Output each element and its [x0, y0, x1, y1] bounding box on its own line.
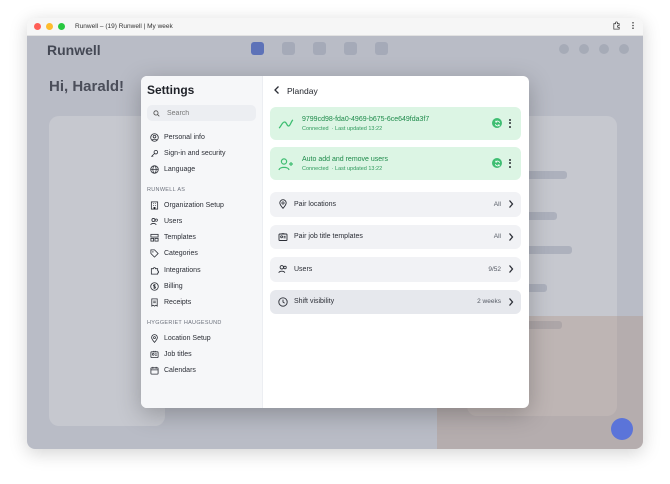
sidebar-section-org: RUNWELL AS	[147, 186, 186, 193]
sidebar-item-billing[interactable]: Billing	[147, 278, 256, 294]
sidebar-item-organization-setup[interactable]: Organization Setup	[147, 197, 256, 213]
users-row[interactable]: Users 9/52	[270, 257, 521, 282]
row-value: 9/52	[488, 265, 501, 273]
connection-card[interactable]: 9799cd98-fda0-4969-b675-6ce649fda3f7 Con…	[270, 107, 521, 140]
sidebar-item-label: Receipts	[164, 299, 192, 307]
connection-updated: · Last updated 13:22	[331, 125, 383, 132]
sidebar-item-label: Calendars	[164, 367, 196, 375]
connection-id: 9799cd98-fda0-4969-b675-6ce649fda3f7	[302, 115, 430, 123]
puzzle-icon	[150, 266, 159, 275]
sidebar-item-receipts[interactable]: Receipts	[147, 295, 256, 311]
more-menu-icon[interactable]	[631, 21, 635, 32]
building-icon	[150, 201, 159, 210]
extensions-icon[interactable]	[612, 21, 621, 32]
settings-sidebar: Settings Personal info Sign-in and secur…	[141, 76, 263, 408]
title-bar: Runwell – (19) Runwell | My week	[27, 18, 643, 36]
sidebar-item-language[interactable]: Language	[147, 162, 256, 178]
users-icon	[150, 217, 158, 225]
sidebar-item-label: Job titles	[164, 350, 192, 358]
template-icon	[150, 234, 159, 242]
auto-users-status: Connected	[302, 165, 329, 172]
pair-job-title-templates-row[interactable]: Pair job title templates All	[270, 224, 521, 249]
more-options-button[interactable]	[509, 158, 511, 168]
row-value: All	[493, 200, 501, 208]
location-pin-icon	[279, 199, 287, 210]
sidebar-item-sign-in-security[interactable]: Sign-in and security	[147, 145, 256, 161]
row-label: Shift visibility	[294, 298, 335, 306]
sync-icon	[494, 160, 500, 166]
clock-icon	[278, 297, 288, 307]
dollar-icon	[150, 282, 159, 291]
tag-icon	[150, 249, 159, 259]
close-window-button[interactable]	[34, 23, 41, 30]
auto-users-title: Auto add and remove users	[302, 155, 388, 163]
id-card-icon	[150, 350, 159, 358]
sidebar-section-location: HYGGERIET HAUGESUND	[147, 319, 222, 326]
auto-users-updated: · Last updated 13:22	[331, 165, 383, 172]
sidebar-item-location-setup[interactable]: Location Setup	[147, 330, 256, 346]
chevron-right-icon	[509, 265, 514, 273]
row-value: 2 weeks	[477, 298, 501, 305]
sync-button[interactable]	[492, 118, 502, 128]
sidebar-item-label: Personal info	[164, 133, 205, 141]
sidebar-item-personal-info[interactable]: Personal info	[147, 129, 256, 145]
chevron-right-icon	[509, 297, 514, 306]
sidebar-item-label: Location Setup	[164, 334, 211, 342]
sidebar-item-label: Organization Setup	[164, 201, 224, 209]
settings-modal: Settings Personal info Sign-in and secur…	[141, 76, 529, 408]
user-circle-icon	[150, 132, 159, 142]
search-icon	[153, 109, 160, 117]
chevron-left-icon	[274, 85, 279, 94]
sidebar-item-label: Sign-in and security	[164, 149, 226, 157]
row-value: All	[493, 233, 501, 240]
row-label: Pair locations	[294, 200, 337, 208]
sync-icon	[494, 120, 500, 126]
receipt-icon	[151, 298, 158, 308]
connection-status: Connected	[302, 125, 329, 132]
key-icon	[151, 149, 159, 157]
settings-title: Settings	[147, 83, 195, 97]
sidebar-item-label: Templates	[164, 234, 196, 242]
minimize-window-button[interactable]	[46, 23, 53, 30]
calendar-icon	[150, 367, 159, 375]
link-icon	[278, 118, 294, 129]
row-label: Pair job title templates	[294, 233, 363, 241]
integration-title: Planday	[287, 85, 318, 96]
id-card-icon	[278, 232, 288, 241]
more-options-button[interactable]	[509, 118, 511, 128]
integration-panel: Planday 9799cd98-fda0-4969-b675-6ce649fd…	[263, 76, 529, 408]
location-pin-icon	[151, 333, 158, 343]
sync-button[interactable]	[492, 158, 502, 168]
sidebar-item-templates[interactable]: Templates	[147, 229, 256, 245]
sidebar-item-categories[interactable]: Categories	[147, 246, 256, 262]
back-button[interactable]	[273, 82, 281, 100]
users-icon	[278, 265, 287, 274]
search-input[interactable]	[167, 109, 247, 117]
sidebar-item-users[interactable]: Users	[147, 213, 256, 229]
row-label: Users	[294, 265, 313, 273]
settings-search[interactable]	[147, 105, 256, 121]
sidebar-item-label: Users	[164, 217, 183, 225]
sidebar-item-job-titles[interactable]: Job titles	[147, 346, 256, 362]
sidebar-item-label: Language	[164, 166, 196, 174]
shift-visibility-row[interactable]: Shift visibility 2 weeks	[270, 289, 521, 314]
chat-button[interactable]	[611, 418, 633, 440]
sidebar-item-calendars[interactable]: Calendars	[147, 363, 256, 379]
pair-locations-row[interactable]: Pair locations All	[270, 192, 521, 217]
chevron-right-icon	[509, 232, 514, 241]
globe-icon	[150, 165, 159, 174]
sidebar-item-label: Categories	[164, 250, 198, 258]
sidebar-item-integrations[interactable]: Integrations	[147, 262, 256, 278]
zoom-window-button[interactable]	[58, 23, 65, 30]
window-title: Runwell – (19) Runwell | My week	[75, 23, 173, 30]
chevron-right-icon	[509, 200, 514, 208]
sidebar-item-label: Billing	[164, 283, 183, 291]
auto-users-card[interactable]: Auto add and remove users Connected · La…	[270, 147, 521, 180]
user-plus-icon	[278, 157, 293, 170]
sidebar-item-label: Integrations	[164, 266, 201, 274]
